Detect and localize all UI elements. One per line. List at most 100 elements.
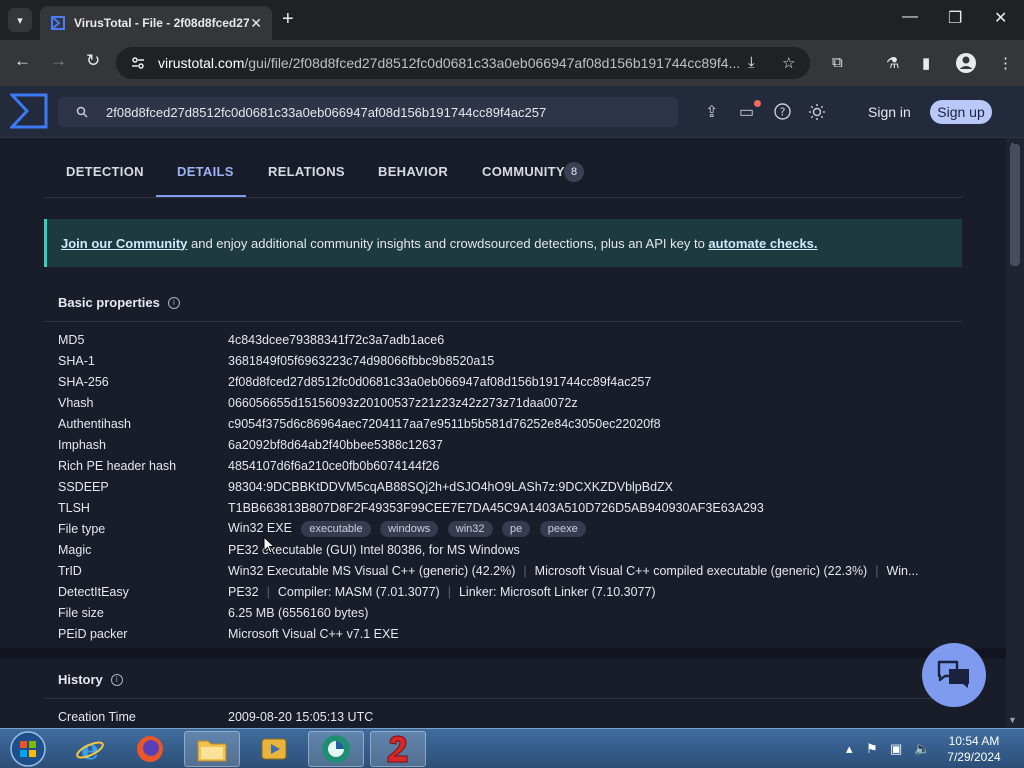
property-row: PEiD packer Microsoft Visual C++ v7.1 EXE bbox=[58, 626, 399, 641]
clock-date: 7/29/2024 bbox=[947, 750, 1001, 764]
tag-pill[interactable]: windows bbox=[380, 520, 439, 537]
help-icon[interactable]: ? bbox=[774, 103, 791, 120]
svg-text:e: e bbox=[81, 734, 99, 764]
install-app-icon[interactable]: ⤓ bbox=[748, 54, 755, 71]
tray-expand-icon[interactable]: ▴ bbox=[846, 741, 853, 757]
property-row: TLSH T1BB663813B807D8F2F49353F99CEE7E7DA4… bbox=[58, 500, 764, 515]
folder-icon bbox=[197, 740, 227, 762]
action-center-flag-icon[interactable]: ⚑ bbox=[866, 741, 878, 757]
network-icon[interactable]: ▣ bbox=[890, 741, 902, 757]
info-icon[interactable]: i bbox=[167, 296, 180, 309]
internet-explorer-icon: e bbox=[76, 734, 104, 764]
history-header: History i bbox=[44, 661, 962, 699]
theme-toggle-icon[interactable] bbox=[808, 103, 826, 121]
taskbar-file-explorer[interactable] bbox=[184, 731, 240, 767]
property-row: Magic PE32 executable (GUI) Intel 80386, … bbox=[58, 542, 520, 557]
join-community-link[interactable]: Join our Community bbox=[61, 236, 187, 251]
tag-pill[interactable]: executable bbox=[301, 520, 371, 537]
bookmark-star-icon[interactable]: ☆ bbox=[782, 54, 795, 72]
community-count-badge: 8 bbox=[564, 162, 584, 182]
tag-pill[interactable]: pe bbox=[502, 520, 531, 537]
notifications-icon[interactable]: ▭ bbox=[739, 102, 754, 122]
chat-bubbles-icon bbox=[937, 660, 969, 688]
banner-text: and enjoy additional community insights … bbox=[187, 235, 709, 251]
tab-relations[interactable]: RELATIONS bbox=[268, 164, 345, 179]
sign-up-button[interactable]: Sign up bbox=[930, 100, 992, 124]
file-type-row: File type Win32 EXE executable windows w… bbox=[44, 518, 962, 539]
property-row: SSDEEP 98304:9DCBBKtDDVM5cqAB88SQj2h+dSJO… bbox=[58, 479, 674, 494]
notification-dot bbox=[754, 100, 761, 107]
scroll-thumb[interactable] bbox=[1010, 144, 1020, 266]
browser-app-icon bbox=[322, 735, 350, 763]
profile-avatar-icon[interactable] bbox=[955, 52, 977, 74]
taskbar-firefox[interactable] bbox=[122, 731, 178, 767]
info-icon[interactable]: i bbox=[110, 673, 123, 686]
close-window-button[interactable]: ✕ bbox=[994, 8, 1007, 28]
svg-text:?: ? bbox=[780, 106, 786, 119]
tab-search-button[interactable]: ▾ bbox=[8, 8, 32, 32]
tag-pill[interactable]: win32 bbox=[447, 520, 493, 537]
upload-icon[interactable]: ⇪ bbox=[705, 102, 718, 122]
red-two-app-icon bbox=[387, 735, 408, 763]
tab-title: VirusTotal - File - 2f08d8fced27 bbox=[74, 16, 250, 30]
url-text: virustotal.com/gui/file/2f08d8fced27d851… bbox=[158, 55, 741, 71]
section-title: Basic properties bbox=[58, 295, 160, 310]
taskbar-browser-active[interactable] bbox=[308, 731, 364, 767]
new-tab-button[interactable]: + bbox=[282, 8, 294, 31]
start-orb-icon[interactable] bbox=[8, 730, 48, 768]
active-tab-indicator bbox=[156, 195, 246, 197]
property-row: Rich PE header hash 4854107d6f6a210ce0fb0… bbox=[58, 458, 440, 473]
media-player-icon bbox=[261, 738, 287, 760]
taskbar-media-player[interactable] bbox=[246, 731, 302, 767]
detectiteasy-row: DetectItEasy PE32 | Compiler: MASM (7.01.3… bbox=[58, 584, 656, 599]
tag-pill[interactable]: peexe bbox=[539, 520, 586, 537]
property-row: Imphash 6a2092bf8d64ab2f40bbee5388c12637 bbox=[58, 437, 443, 452]
property-row: Authentihash c9054f375d6c86964aec7204117a… bbox=[58, 416, 661, 431]
section-title: History bbox=[58, 672, 103, 687]
history-section: History i Creation Time 2009-08-20 15:05:… bbox=[44, 661, 962, 727]
property-row: SHA-1 3681849f05f6963223c74d98066fbbc9b85… bbox=[58, 353, 495, 368]
address-bar[interactable]: virustotal.com/gui/file/2f08d8fced27d851… bbox=[116, 47, 810, 79]
basic-properties-header: Basic properties i bbox=[44, 284, 962, 322]
tab-behavior[interactable]: BEHAVIOR bbox=[378, 164, 448, 179]
property-row: SHA-256 2f08d8fced27d8512fc0d0681c33a0eb0… bbox=[58, 374, 652, 389]
trid-row: TrID Win32 Executable MS Visual C++ (gen… bbox=[58, 563, 919, 578]
back-icon[interactable]: ← bbox=[14, 51, 31, 71]
main-content: DETECTION DETAILS RELATIONS BEHAVIOR COM… bbox=[0, 138, 1006, 728]
taskbar-app-2[interactable] bbox=[370, 731, 426, 767]
labs-flask-icon[interactable]: ⚗ bbox=[886, 54, 899, 72]
taskbar-internet-explorer[interactable]: e bbox=[62, 731, 118, 767]
tab-details[interactable]: DETAILS bbox=[177, 164, 234, 179]
section-gap bbox=[0, 648, 1006, 658]
side-panel-icon[interactable]: ▮ bbox=[922, 54, 930, 72]
search-icon bbox=[76, 106, 88, 118]
virustotal-logo-icon[interactable] bbox=[10, 92, 48, 130]
minimize-button[interactable]: — bbox=[902, 8, 918, 26]
browser-tab-virustotal[interactable]: VirusTotal - File - 2f08d8fced27 ✕ bbox=[40, 6, 272, 40]
automate-checks-link[interactable]: automate checks. bbox=[708, 236, 817, 251]
search-box[interactable]: 2f08d8fced27d8512fc0d0681c33a0eb066947af… bbox=[58, 97, 678, 127]
volume-muted-icon[interactable]: 🔈 bbox=[914, 741, 930, 757]
taskbar-clock[interactable]: 10:54 AM 7/29/2024 bbox=[946, 733, 1002, 765]
extensions-icon[interactable]: ⧉ bbox=[832, 54, 843, 71]
reload-icon[interactable]: ↻ bbox=[86, 51, 100, 71]
properties-list: MD5 4c843dcee79388341f72c3a7adb1ace6 SHA-… bbox=[44, 322, 962, 644]
tab-close-icon[interactable]: ✕ bbox=[250, 15, 262, 32]
basic-properties-section: Basic properties i MD5 4c843dcee79388341f… bbox=[44, 284, 962, 644]
scroll-down-arrow[interactable]: ▼ bbox=[1008, 715, 1017, 725]
tab-detection[interactable]: DETECTION bbox=[66, 164, 144, 179]
property-row: File size 6.25 MB (6556160 bytes) bbox=[58, 605, 369, 620]
community-banner: Join our Community and enjoy additional … bbox=[44, 219, 962, 267]
restore-button[interactable]: ❐ bbox=[948, 8, 962, 28]
search-input[interactable]: 2f08d8fced27d8512fc0d0681c33a0eb066947af… bbox=[106, 105, 546, 120]
browser-menu-icon[interactable]: ⋮ bbox=[998, 54, 1013, 72]
chat-support-button[interactable] bbox=[922, 643, 986, 707]
sign-in-link[interactable]: Sign in bbox=[868, 104, 911, 120]
forward-icon[interactable]: → bbox=[50, 51, 67, 71]
tab-community[interactable]: COMMUNITY bbox=[482, 164, 565, 179]
property-row: Creation Time 2009-08-20 15:05:13 UTC bbox=[58, 709, 374, 724]
property-row: MD5 4c843dcee79388341f72c3a7adb1ace6 bbox=[58, 332, 445, 347]
site-info-icon[interactable] bbox=[130, 55, 146, 71]
property-row: Vhash 066056655d15156093z20100537z21z23z4… bbox=[58, 395, 578, 410]
firefox-icon bbox=[137, 736, 163, 762]
